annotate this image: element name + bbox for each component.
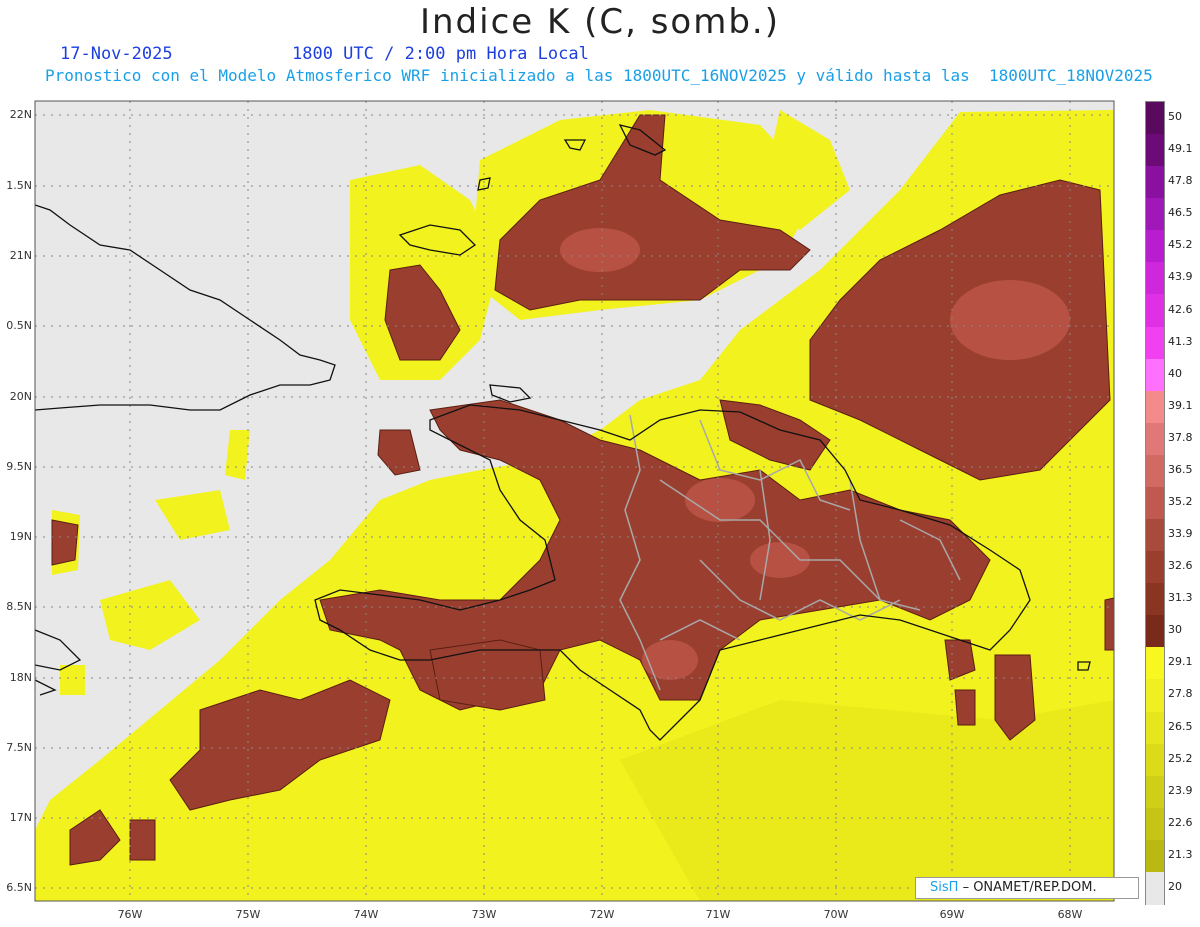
colorbar-label: 42.6 xyxy=(1168,302,1193,316)
credit-text: – ONAMET/REP.DOM. xyxy=(962,880,1097,895)
lat-label: 7.5N xyxy=(6,741,32,754)
forecast-date: 17-Nov-2025 xyxy=(60,44,173,64)
colorbar-label: 47.8 xyxy=(1168,174,1193,188)
lon-label: 76W xyxy=(117,908,143,921)
colorbar-segment xyxy=(1146,519,1164,553)
lon-label: 70W xyxy=(823,908,849,921)
colorbar-segment xyxy=(1146,166,1164,200)
lat-label: 18N xyxy=(9,671,32,684)
model-subtitle: Pronostico con el Modelo Atmosferico WRF… xyxy=(45,66,1153,85)
colorbar-label: 40 xyxy=(1168,366,1182,380)
colorbar-segment xyxy=(1146,583,1164,617)
colorbar-label: 37.8 xyxy=(1168,430,1193,444)
credit-brand: SisΠ xyxy=(930,880,959,895)
colorbar-segment xyxy=(1146,807,1164,841)
colorbar-segment xyxy=(1146,679,1164,713)
colorbar-segment xyxy=(1146,422,1164,456)
colorbar-label: 26.5 xyxy=(1168,719,1193,733)
colorbar-segment xyxy=(1146,262,1164,296)
lon-label: 68W xyxy=(1057,908,1083,921)
lat-label: 1.5N xyxy=(6,179,32,192)
lat-label: 0.5N xyxy=(6,319,32,332)
colorbar-label: 25.2 xyxy=(1168,751,1193,765)
colorbar-label: 29.1 xyxy=(1168,655,1193,669)
colorbar-segment xyxy=(1146,839,1164,873)
colorbar-segment xyxy=(1146,551,1164,585)
colorbar-label: 46.5 xyxy=(1168,206,1193,220)
lat-label: 6.5N xyxy=(6,881,32,894)
colorbar-label: 22.6 xyxy=(1168,815,1193,829)
colorbar-segment xyxy=(1146,486,1164,520)
lon-label: 73W xyxy=(471,908,497,921)
lat-label: 17N xyxy=(9,811,32,824)
lon-label: 74W xyxy=(353,908,379,921)
colorbar-label: 49.1 xyxy=(1168,142,1193,156)
colorbar-label: 20 xyxy=(1168,879,1182,893)
forecast-time: 1800 UTC / 2:00 pm Hora Local xyxy=(292,44,589,64)
colorbar-segment xyxy=(1146,358,1164,392)
colorbar-label: 31.3 xyxy=(1168,591,1193,605)
lat-label: 20N xyxy=(9,390,32,403)
colorbar-label: 45.2 xyxy=(1168,238,1193,252)
colorbar-segment xyxy=(1146,743,1164,777)
colorbar-segment xyxy=(1146,775,1164,809)
lat-label: 8.5N xyxy=(6,600,32,613)
colorbar-segment xyxy=(1146,711,1164,745)
colorbar-segment xyxy=(1146,647,1164,681)
colorbar-label: 32.6 xyxy=(1168,559,1193,573)
colorbar-label: 21.3 xyxy=(1168,847,1193,861)
colorbar-segment xyxy=(1146,454,1164,488)
colorbar-segment xyxy=(1146,871,1164,905)
lon-label: 71W xyxy=(705,908,731,921)
colorbar-label: 36.5 xyxy=(1168,462,1193,476)
colorbar-segment xyxy=(1146,134,1164,168)
colorbar-label: 23.9 xyxy=(1168,783,1193,797)
colorbar-label: 41.3 xyxy=(1168,334,1193,348)
k-index-map xyxy=(34,100,1115,902)
colorbar-label: 43.9 xyxy=(1168,270,1193,284)
colorbar-segment xyxy=(1146,198,1164,232)
credit-box: SisΠ – ONAMET/REP.DOM. xyxy=(915,877,1139,899)
lat-label: 19N xyxy=(9,530,32,543)
lat-label: 21N xyxy=(9,249,32,262)
colorbar-label: 33.9 xyxy=(1168,527,1193,541)
colorbar xyxy=(1145,101,1165,905)
lon-label: 75W xyxy=(235,908,261,921)
colorbar-segment xyxy=(1146,230,1164,264)
colorbar-segment xyxy=(1146,615,1164,649)
colorbar-segment xyxy=(1146,390,1164,424)
map-title: Indice K (C, somb.) xyxy=(419,2,781,42)
lon-label: 72W xyxy=(589,908,615,921)
colorbar-label: 35.2 xyxy=(1168,495,1193,508)
colorbar-label: 39.1 xyxy=(1168,398,1193,412)
lon-label: 69W xyxy=(939,908,965,921)
colorbar-segment xyxy=(1146,294,1164,328)
lat-label: 22N xyxy=(9,108,32,121)
colorbar-label: 50 xyxy=(1168,110,1182,124)
colorbar-segment xyxy=(1146,326,1164,360)
colorbar-segment xyxy=(1146,102,1164,135)
colorbar-label: 27.8 xyxy=(1168,687,1193,701)
lat-label: 9.5N xyxy=(6,460,32,473)
colorbar-label: 30 xyxy=(1168,623,1182,637)
